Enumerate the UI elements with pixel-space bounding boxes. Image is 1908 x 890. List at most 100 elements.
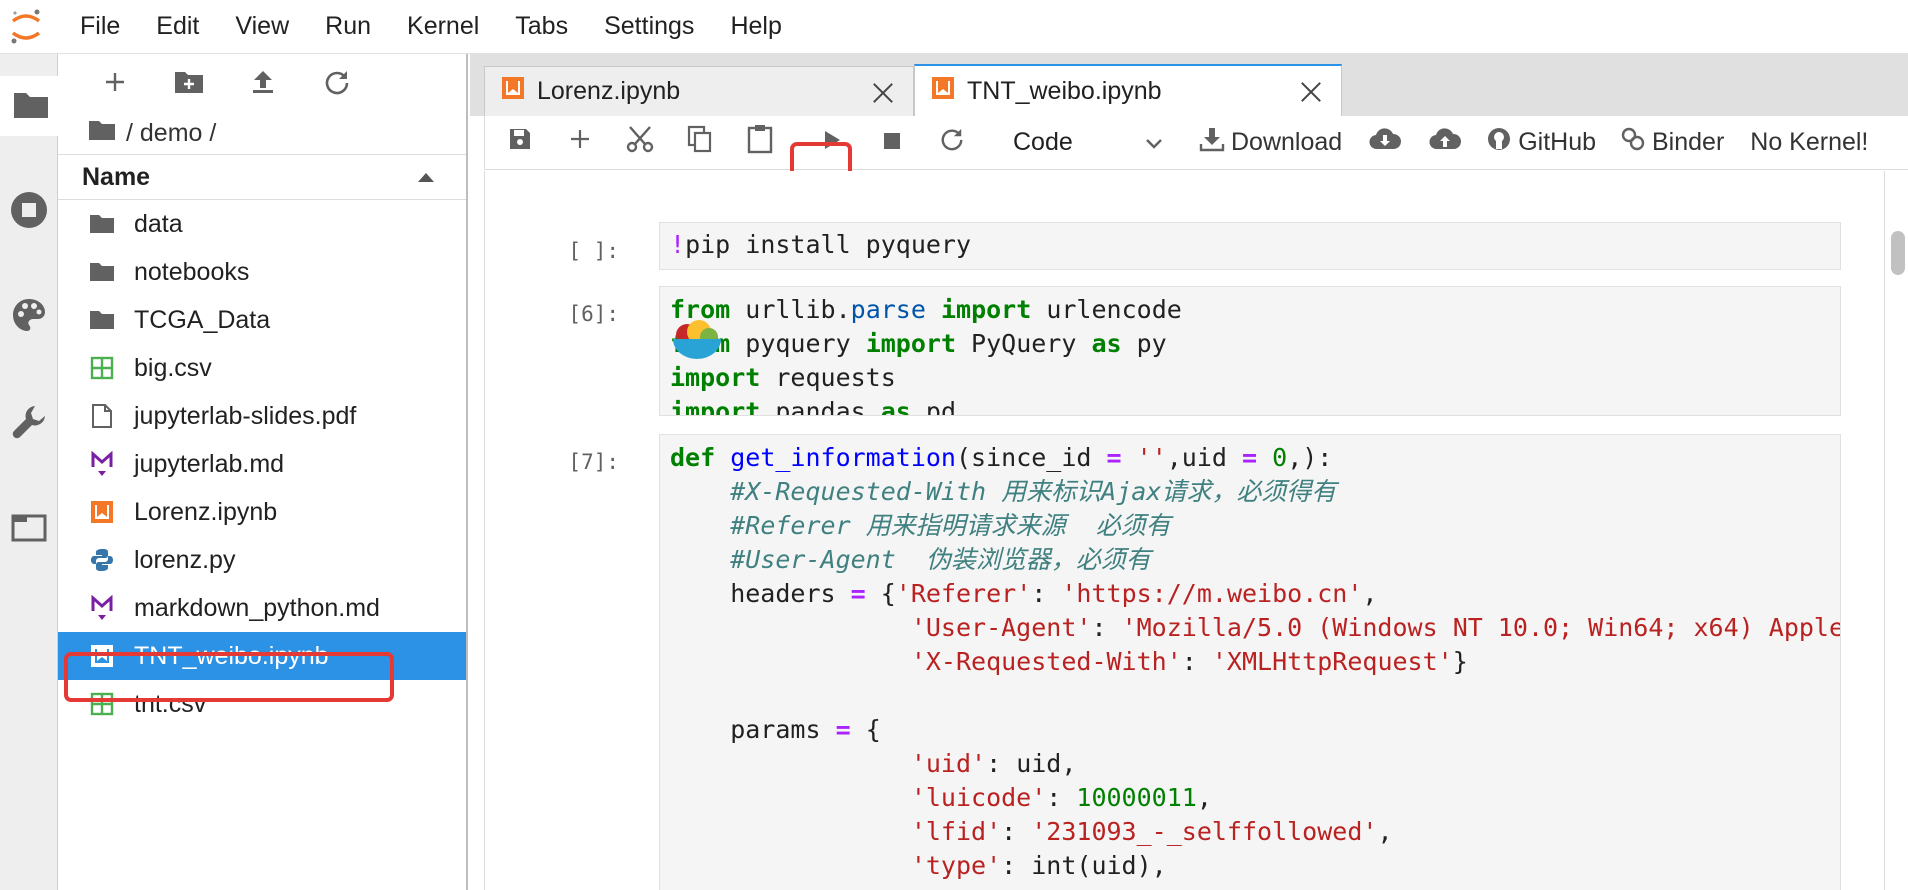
notebook-panel: [ ]: !pip install pyquery [6]: from urll… xyxy=(484,171,1884,890)
folder-icon xyxy=(88,119,116,148)
folder-icon xyxy=(88,210,116,238)
cell-type-select[interactable]: Code xyxy=(1013,128,1163,157)
new-folder-icon xyxy=(174,70,204,99)
running-tab[interactable] xyxy=(4,182,54,242)
cell-prompt: [6]: xyxy=(568,302,619,326)
plus-icon xyxy=(569,128,591,157)
file-name: data xyxy=(134,209,183,238)
wrench-icon xyxy=(11,404,47,445)
command-palette-tab[interactable] xyxy=(4,287,54,347)
file-item-lorenz-py[interactable]: lorenz.py xyxy=(58,536,466,584)
cut-button[interactable] xyxy=(615,118,665,168)
stop-circle-icon xyxy=(9,190,49,235)
file-item-tnt-csv[interactable]: tnt.csv xyxy=(58,680,466,728)
cloud-download-button[interactable] xyxy=(1360,118,1410,168)
scrollbar[interactable] xyxy=(1884,171,1908,890)
breadcrumb[interactable]: / demo / xyxy=(58,114,466,152)
new-launcher-button[interactable] xyxy=(90,59,140,109)
breadcrumb-path[interactable]: / demo / xyxy=(126,119,216,148)
tab-tnt-weibo[interactable]: TNT_weibo.ipynb xyxy=(914,64,1342,117)
kernel-status[interactable]: No Kernel! xyxy=(1750,118,1868,168)
notebook-toolbar: Code Download GitHub Binder No Kernel! xyxy=(484,116,1908,170)
tabs-tab[interactable] xyxy=(4,500,54,560)
refresh-button[interactable] xyxy=(312,59,362,109)
restart-button[interactable] xyxy=(927,118,977,168)
menu-run[interactable]: Run xyxy=(325,12,371,41)
name-column-header[interactable]: Name xyxy=(58,154,466,200)
menu-help[interactable]: Help xyxy=(730,12,781,41)
file-name: Lorenz.ipynb xyxy=(134,497,278,526)
upload-icon xyxy=(251,69,275,100)
palette-icon xyxy=(11,297,47,338)
code-cell[interactable]: !pip install pyquery xyxy=(659,222,1841,270)
menu-edit[interactable]: Edit xyxy=(156,12,199,41)
menu-view[interactable]: View xyxy=(235,12,289,41)
file-item-jupyterlab-md[interactable]: jupyterlab.md xyxy=(58,440,466,488)
file-name: TCGA_Data xyxy=(134,305,271,334)
code-cell[interactable]: from urllib.parse import urlencode from … xyxy=(659,286,1841,416)
file-item-lorenz-ipynb[interactable]: Lorenz.ipynb xyxy=(58,488,466,536)
upload-button[interactable] xyxy=(238,59,288,109)
notebook-icon xyxy=(88,498,116,526)
copy-icon xyxy=(687,125,713,160)
cloud-upload-button[interactable] xyxy=(1420,118,1470,168)
file-item-big-csv[interactable]: big.csv xyxy=(58,344,466,392)
binder-button[interactable]: Binder xyxy=(1620,118,1724,168)
chevron-down-icon xyxy=(1145,128,1163,157)
tab-lorenz[interactable]: Lorenz.ipynb xyxy=(484,66,914,116)
file-icon xyxy=(88,402,116,430)
file-name: notebooks xyxy=(134,257,250,286)
markdown-icon xyxy=(88,450,116,478)
menu-file[interactable]: File xyxy=(80,12,120,41)
window-icon xyxy=(11,513,47,548)
insert-cell-button[interactable] xyxy=(555,118,605,168)
name-column-label: Name xyxy=(82,162,151,191)
interrupt-button[interactable] xyxy=(867,118,917,168)
property-inspector-tab[interactable] xyxy=(4,394,54,454)
folder-icon xyxy=(13,89,49,124)
menu-tabs[interactable]: Tabs xyxy=(515,12,568,41)
code-cell[interactable]: def get_information(since_id = '',uid = … xyxy=(659,434,1841,890)
github-button[interactable]: GitHub xyxy=(1486,118,1596,168)
document-tab-bar: Lorenz.ipynb TNT_weibo.ipynb xyxy=(470,54,1908,117)
file-item-jupyterlab-slides-pdf[interactable]: jupyterlab-slides.pdf xyxy=(58,392,466,440)
cloud-download-icon xyxy=(1369,127,1402,158)
refresh-icon xyxy=(324,69,350,100)
file-name: big.csv xyxy=(134,353,212,382)
scrollbar-thumb[interactable] xyxy=(1891,231,1905,275)
file-name: TNT_weibo.ipynb xyxy=(134,641,329,670)
file-browser-tab[interactable] xyxy=(0,76,58,136)
cell-prompt: [ ]: xyxy=(568,239,619,263)
save-button[interactable] xyxy=(495,118,545,168)
folder-icon xyxy=(88,306,116,334)
spreadsheet-icon xyxy=(88,690,116,718)
file-item-tnt-weibo-ipynb[interactable]: TNT_weibo.ipynb xyxy=(58,632,466,680)
file-list: data notebooks TCGA_Data big.csv jupyter… xyxy=(58,200,466,728)
file-browser-toolbar xyxy=(58,54,466,114)
jupyter-logo-icon xyxy=(0,0,52,54)
new-folder-button[interactable] xyxy=(164,59,214,109)
notebook-icon xyxy=(501,76,525,107)
folder-icon xyxy=(88,258,116,286)
download-button[interactable]: Download xyxy=(1199,118,1342,168)
main-area: Lorenz.ipynb TNT_weibo.ipynb Code Downlo… xyxy=(470,54,1908,890)
copy-button[interactable] xyxy=(675,118,725,168)
scissors-icon xyxy=(626,125,654,160)
file-item-notebooks[interactable]: notebooks xyxy=(58,248,466,296)
menu-settings[interactable]: Settings xyxy=(604,12,694,41)
notebook-icon xyxy=(931,76,955,107)
file-item-markdown-python-md[interactable]: markdown_python.md xyxy=(58,584,466,632)
menu-kernel[interactable]: Kernel xyxy=(407,12,479,41)
cell-type-value: Code xyxy=(1013,128,1073,156)
file-item-data[interactable]: data xyxy=(58,200,466,248)
run-button[interactable] xyxy=(807,118,857,168)
activity-bar xyxy=(0,54,58,890)
github-icon xyxy=(1486,126,1512,159)
plus-icon xyxy=(104,71,126,98)
paste-button[interactable] xyxy=(735,118,785,168)
file-item-tcga-data[interactable]: TCGA_Data xyxy=(58,296,466,344)
close-icon[interactable] xyxy=(1299,79,1323,103)
stop-icon xyxy=(883,128,901,157)
close-icon[interactable] xyxy=(871,80,895,104)
cell-prompt: [7]: xyxy=(568,450,619,474)
